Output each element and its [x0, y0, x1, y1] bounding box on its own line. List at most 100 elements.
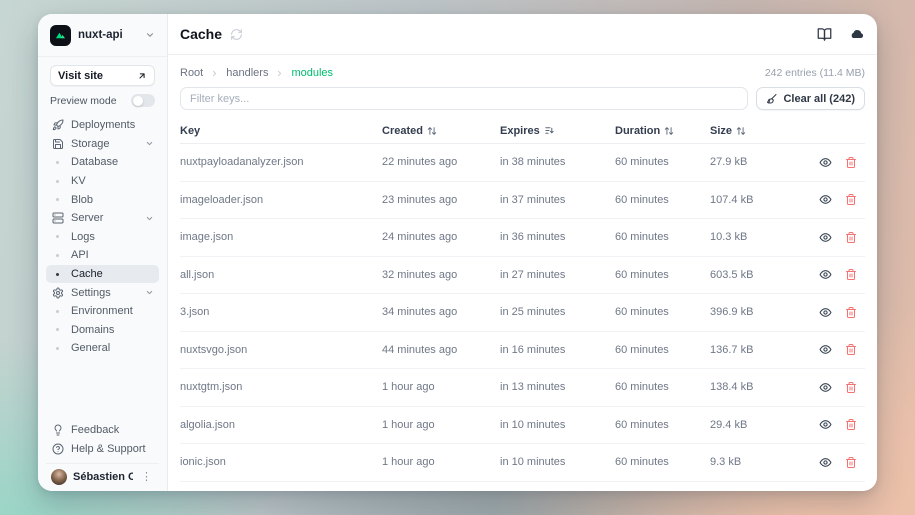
view-entry-button[interactable] [819, 456, 832, 469]
delete-entry-button[interactable] [845, 306, 857, 319]
sidebar-item-settings[interactable]: Settings [46, 283, 159, 302]
bullet-icon [51, 254, 64, 257]
trash-icon [845, 343, 857, 356]
view-entry-button[interactable] [819, 231, 832, 244]
column-header-expires[interactable]: Expires [500, 125, 615, 137]
row-actions [805, 193, 865, 206]
cell-key: nuxtpayloadanalyzer.json [180, 156, 382, 168]
view-entry-button[interactable] [819, 193, 832, 206]
trash-icon [845, 193, 857, 206]
preview-mode-toggle[interactable] [131, 94, 155, 107]
column-header-duration[interactable]: Duration [615, 125, 710, 137]
view-entry-button[interactable] [819, 268, 832, 281]
sidebar-item-general[interactable]: General [46, 339, 159, 358]
table-row: nuxtpayloadanalyzer.json 22 minutes ago … [180, 144, 865, 182]
sidebar-item-label: Server [71, 212, 103, 224]
trash-icon [845, 231, 857, 244]
sidebar-item-label: KV [71, 175, 86, 187]
sidebar-item-domains[interactable]: Domains [46, 321, 159, 340]
refresh-icon [230, 28, 243, 41]
sort-descending-icon [544, 125, 555, 136]
cell-created: 1 hour ago [382, 456, 500, 468]
delete-entry-button[interactable] [845, 268, 857, 281]
breadcrumb-root[interactable]: Root [180, 67, 203, 79]
row-actions [805, 156, 865, 169]
feedback-label: Feedback [71, 424, 119, 436]
avatar [51, 469, 67, 485]
trash-icon [845, 381, 857, 394]
column-header-size[interactable]: Size [710, 125, 805, 137]
project-switcher[interactable]: nuxt-api [38, 14, 167, 57]
cell-key: algolia.json [180, 419, 382, 431]
cell-created: 32 minutes ago [382, 269, 500, 281]
chevron-down-icon [145, 288, 154, 297]
filter-keys-input[interactable] [180, 87, 748, 110]
view-entry-button[interactable] [819, 418, 832, 431]
cell-duration: 60 minutes [615, 344, 710, 356]
cell-key: nuxtsvgo.json [180, 344, 382, 356]
clear-all-button[interactable]: Clear all (242) [756, 87, 865, 110]
sort-arrows-icon [736, 126, 746, 136]
visit-site-button[interactable]: Visit site [50, 65, 155, 86]
sidebar-item-environment[interactable]: Environment [46, 302, 159, 321]
view-entry-button[interactable] [819, 306, 832, 319]
eye-icon [819, 231, 832, 244]
sidebar-item-label: Cache [71, 268, 103, 280]
eye-icon [819, 156, 832, 169]
cell-duration: 60 minutes [615, 306, 710, 318]
table-row: nuxtgtm.json 1 hour ago in 13 minutes 60… [180, 369, 865, 407]
sidebar-item-server[interactable]: Server [46, 209, 159, 228]
cell-expires: in 10 minutes [500, 456, 615, 468]
delete-entry-button[interactable] [845, 156, 857, 169]
sort-arrows-icon [427, 126, 437, 136]
table-row: ionic.json 1 hour ago in 10 minutes 60 m… [180, 444, 865, 482]
sidebar-item-api[interactable]: API [46, 246, 159, 265]
bullet-icon [51, 310, 64, 313]
cell-size: 9.3 kB [710, 456, 805, 468]
sidebar-item-database[interactable]: Database [46, 153, 159, 172]
cell-key: all.json [180, 269, 382, 281]
sidebar-item-blob[interactable]: Blob [46, 190, 159, 209]
sidebar-item-deployments[interactable]: Deployments [46, 116, 159, 135]
trash-icon [845, 156, 857, 169]
view-entry-button[interactable] [819, 381, 832, 394]
sidebar-item-storage[interactable]: Storage [46, 135, 159, 154]
cell-size: 396.9 kB [710, 306, 805, 318]
trash-icon [845, 268, 857, 281]
app-window: nuxt-api Visit site Preview mode Deploym… [38, 14, 877, 491]
user-menu[interactable]: Sébastien Cho... ⋮ [46, 463, 159, 491]
cloudflare-button[interactable] [849, 26, 865, 42]
delete-entry-button[interactable] [845, 381, 857, 394]
sidebar-item-cache[interactable]: Cache [46, 265, 159, 284]
sidebar-item-label: General [71, 342, 110, 354]
row-actions [805, 343, 865, 356]
delete-entry-button[interactable] [845, 193, 857, 206]
view-entry-button[interactable] [819, 343, 832, 356]
sort-arrows-icon [664, 126, 674, 136]
refresh-button[interactable] [230, 28, 243, 41]
sidebar-item-kv[interactable]: KV [46, 172, 159, 191]
kebab-menu-icon[interactable]: ⋮ [139, 472, 154, 483]
cell-expires: in 36 minutes [500, 231, 615, 243]
breadcrumb-handlers[interactable]: handlers [226, 67, 268, 79]
breadcrumb-modules[interactable]: modules [291, 67, 333, 79]
table-row: all.json 32 minutes ago in 27 minutes 60… [180, 257, 865, 295]
view-entry-button[interactable] [819, 156, 832, 169]
docs-button[interactable] [817, 27, 832, 42]
cell-expires: in 27 minutes [500, 269, 615, 281]
column-header-created[interactable]: Created [382, 125, 500, 137]
delete-entry-button[interactable] [845, 456, 857, 469]
delete-entry-button[interactable] [845, 418, 857, 431]
cell-expires: in 16 minutes [500, 344, 615, 356]
delete-entry-button[interactable] [845, 343, 857, 356]
delete-entry-button[interactable] [845, 231, 857, 244]
cell-duration: 60 minutes [615, 156, 710, 168]
help-support-button[interactable]: Help & Support [46, 439, 159, 458]
sidebar-item-logs[interactable]: Logs [46, 228, 159, 247]
cell-size: 27.9 kB [710, 156, 805, 168]
bullet-icon [51, 328, 64, 331]
cell-size: 107.4 kB [710, 194, 805, 206]
row-actions [805, 381, 865, 394]
feedback-button[interactable]: Feedback [46, 421, 159, 440]
cell-created: 23 minutes ago [382, 194, 500, 206]
